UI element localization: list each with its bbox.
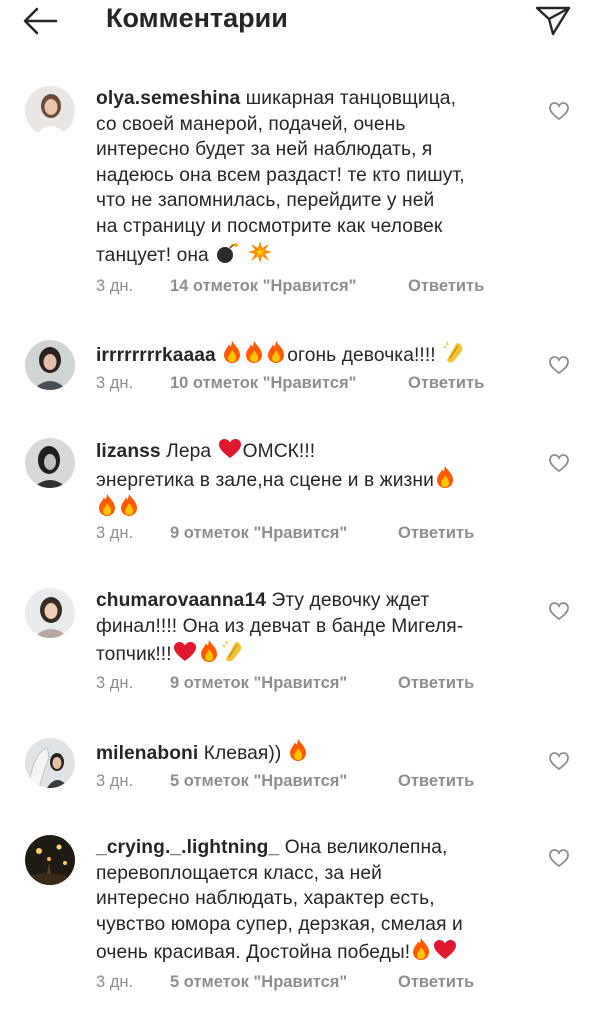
fire-emoji [268,341,285,363]
fire-emoji [99,494,115,517]
reply-button[interactable]: Ответить [398,973,474,992]
likes-count[interactable]: 14 отметок "Нравится" [170,277,408,296]
comment-meta: 3 дн. 10 отметок "Нравится" Ответить [96,374,484,393]
comment-meta: 3 дн. 14 отметок "Нравится" Ответить [96,277,484,296]
comment-body: ОМСК!!! [242,441,316,462]
likes-count[interactable]: 9 отметок "Нравится" [170,674,398,693]
like-button[interactable] [548,453,570,473]
comment-body: танцует! она [96,244,209,266]
comment-time: 3 дн. [96,277,134,295]
bomb-emoji [217,242,239,263]
heart-outline-icon [549,356,569,375]
comment-time: 3 дн. [96,973,134,991]
comment-meta: 3 дн. 9 отметок "Нравится" Ответить [96,674,474,693]
comment-meta: 3 дн. 9 отметок "Нравится" Ответить [96,524,474,543]
fire-emoji [246,341,263,363]
fire-emoji [413,938,430,961]
avatar[interactable] [25,340,75,390]
comment-body: Она великолепна, [284,837,448,858]
comment-text: irrrrrrrrkaaaa огонь девочка!!!! [96,340,526,369]
comment-username[interactable]: _crying._.lightning_ [96,837,279,858]
avatar[interactable] [25,86,75,136]
comment-time: 3 дн. [96,374,134,392]
likes-count[interactable]: 9 отметок "Нравится" [170,524,398,543]
comment-time: 3 дн. [96,772,134,790]
comment-meta: 3 дн. 5 отметок "Нравится" Ответить [96,973,474,992]
heart-outline-icon [549,752,569,771]
like-button[interactable] [548,355,570,375]
comment-body: Клевая)) [203,743,282,764]
comment-text: lizanss Лера ОМСК!!! энергетика в зале,н… [96,438,526,522]
like-button[interactable] [548,601,570,621]
reply-button[interactable]: Ответить [398,772,474,791]
comment-text: _crying._.lightning_ Она великолепна, пе… [96,835,526,966]
comment-body: Эту девочку ждет [271,590,430,611]
comment-username[interactable]: lizanss [96,441,161,462]
comment-body: огонь девочка!!!! [287,345,436,366]
comment-text: chumarovaanna14 Эту девочку ждет финал!!… [96,588,526,668]
reply-button[interactable]: Ответить [398,524,474,543]
heart-outline-icon [549,602,569,621]
reply-button[interactable]: Ответить [408,277,484,296]
comment-text: milenaboni Клевая)) [96,738,526,767]
like-button[interactable] [548,848,570,868]
fire-emoji [289,739,306,761]
comment-body: со своей манерой, подачей, очень [96,113,406,135]
page-title: Комментарии [106,3,288,33]
heart-emoji [434,940,457,960]
comment-body: надеюсь она всем раздаст! те кто пишут, [96,164,465,186]
avatar[interactable] [25,588,75,638]
like-button[interactable] [548,101,570,121]
comment-body: финал!!!! Она из девчат в банде Мигеля- [96,615,464,637]
comment-username[interactable]: olya.semeshina [96,88,240,109]
comment-body: Лера [166,441,212,462]
comment-body: что не запомнилась, перейдите у ней [96,190,435,212]
likes-count[interactable]: 10 отметок "Нравится" [170,374,408,393]
clapping-hands-emoji [443,341,463,363]
fire-emoji [436,465,453,488]
heart-outline-icon [549,454,569,473]
clapping-hands-emoji [222,640,241,662]
fire-emoji [224,341,241,363]
comment-time: 3 дн. [96,524,134,542]
comment-meta: 3 дн. 5 отметок "Нравится" Ответить [96,772,474,791]
comment-body: энергетика в зале,на сцене и в жизни [96,469,434,491]
avatar[interactable] [25,738,75,788]
comment-body: шикарная танцовщица, [245,88,456,109]
heart-emoji [173,642,196,662]
comment-body: интересно будет за ней наблюдать, я [96,139,433,161]
avatar[interactable] [25,438,75,488]
collision-emoji [247,240,272,263]
arrow-left-icon [23,7,58,35]
avatar[interactable] [25,835,75,885]
back-button[interactable] [22,6,58,36]
heart-outline-icon [549,102,569,121]
heart-emoji [218,439,241,458]
header: Комментарии [0,0,599,44]
comment-body: на страницу и посмотрите как человек [96,215,443,237]
likes-count[interactable]: 5 отметок "Нравится" [170,973,398,992]
reply-button[interactable]: Ответить [398,674,474,693]
comment-username[interactable]: chumarovaanna14 [96,590,266,611]
comment-username[interactable]: milenaboni [96,743,198,764]
comment-text: olya.semeshina шикарная танцовщица, со с… [96,86,526,268]
share-button[interactable] [534,4,572,36]
comment-body: перевоплощается класс, за ней [96,862,382,884]
comment-body: топчик!!! [96,644,172,666]
comment-username[interactable]: irrrrrrrrkaaaa [96,345,216,366]
comment-body: чувство юмора супер, дерзкая, смелая и [96,913,463,935]
reply-button[interactable]: Ответить [408,374,484,393]
heart-outline-icon [549,849,569,868]
paper-plane-icon [535,6,571,36]
likes-count[interactable]: 5 отметок "Нравится" [170,772,398,791]
fire-emoji [121,494,137,517]
comment-body: интересно наблюдать, характер есть, [96,888,435,910]
comment-time: 3 дн. [96,674,134,692]
comment-body: очень красивая. Достойна победы! [96,942,411,964]
fire-emoji [200,640,217,663]
like-button[interactable] [548,751,570,771]
